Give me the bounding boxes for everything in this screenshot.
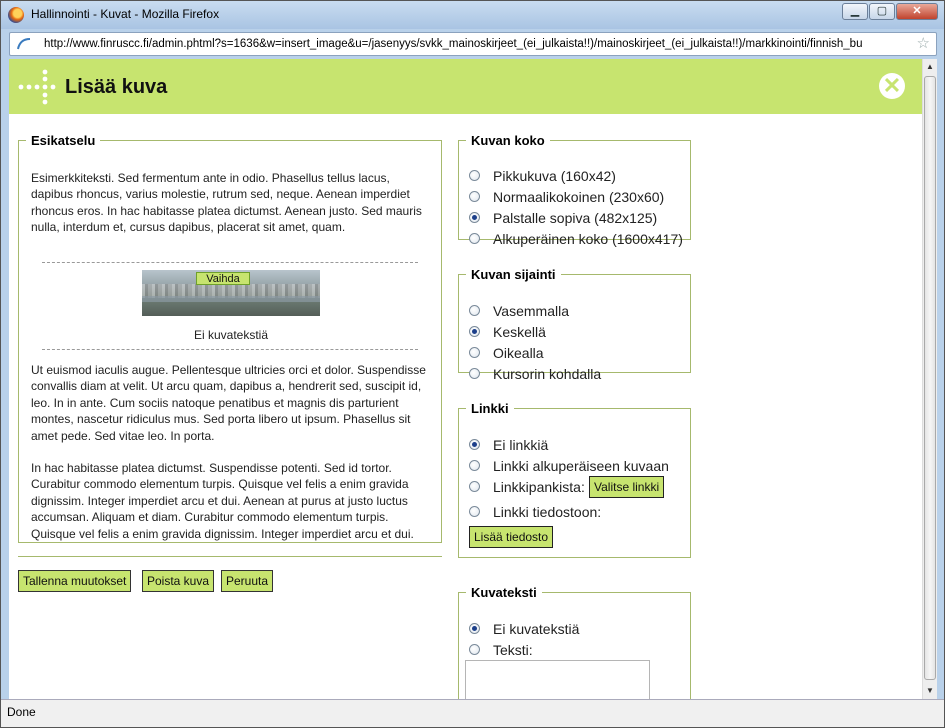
radio-button[interactable] <box>469 233 480 244</box>
maximize-button[interactable]: ▢ <box>869 3 895 20</box>
radio-button[interactable] <box>469 644 480 655</box>
bookmark-star-icon[interactable]: ☆ <box>917 34 930 52</box>
radio-button[interactable] <box>469 481 480 492</box>
caption-legend: Kuvateksti <box>471 585 537 600</box>
radio-button-selected[interactable] <box>469 439 480 450</box>
divider <box>42 349 418 350</box>
dialog-header: Lisää kuva ✕ <box>9 59 922 114</box>
preview-panel: Esikatselu Esimerkkiteksti. Sed fermentu… <box>18 133 442 543</box>
page-icon <box>17 38 31 50</box>
radio-button[interactable] <box>469 460 480 471</box>
close-dialog-icon[interactable]: ✕ <box>879 73 905 99</box>
radio-button-selected[interactable] <box>469 326 480 337</box>
logo-dots-icon <box>18 69 56 105</box>
window-controls: ▁ ▢ ✕ <box>841 3 938 21</box>
scroll-up-icon[interactable]: ▲ <box>923 59 937 75</box>
choose-link-button[interactable]: Valitse linkki <box>589 476 665 498</box>
position-panel: Kuvan sijainti Vasemmalla Keskellä Oikea… <box>458 267 691 382</box>
vertical-scrollbar[interactable]: ▲ ▼ <box>922 59 937 699</box>
separator <box>18 556 442 557</box>
add-file-button[interactable]: Lisää tiedosto <box>469 526 554 548</box>
scroll-down-icon[interactable]: ▼ <box>923 683 937 699</box>
window-title: Hallinnointi - Kuvat - Mozilla Firefox <box>31 7 220 21</box>
caption-text-input[interactable] <box>465 660 650 699</box>
radio-button-selected[interactable] <box>469 623 480 634</box>
image-caption: Ei kuvatekstiä <box>193 328 269 342</box>
size-panel: Kuvan koko Pikkukuva (160x42) Normaaliko… <box>458 133 691 247</box>
radio-button[interactable] <box>469 368 480 379</box>
page-content: Lisää kuva ✕ Esikatselu Esimerkkiteksti.… <box>9 59 922 699</box>
minimize-button[interactable]: ▁ <box>842 3 868 20</box>
delete-image-button[interactable]: Poista kuva <box>142 570 215 592</box>
close-window-button[interactable]: ✕ <box>896 3 938 20</box>
radio-button[interactable] <box>469 191 480 202</box>
link-legend: Linkki <box>471 401 509 416</box>
firefox-icon <box>8 7 24 23</box>
url-bar[interactable]: http://www.finruscc.fi/admin.phtml?s=163… <box>9 32 937 56</box>
radio-button[interactable] <box>469 305 480 316</box>
cancel-button[interactable]: Peruuta <box>221 570 274 592</box>
preview-text-top: Esimerkkiteksti. Sed fermentum ante in o… <box>31 171 422 235</box>
radio-button[interactable] <box>469 170 480 181</box>
radio-button-selected[interactable] <box>469 212 480 223</box>
position-legend: Kuvan sijainti <box>471 267 556 282</box>
change-image-button[interactable]: Vaihda <box>196 272 250 285</box>
preview-text-bottom: In hac habitasse platea dictumst. Suspen… <box>31 461 414 541</box>
save-button[interactable]: Tallenna muutokset <box>18 570 132 592</box>
url-text[interactable]: http://www.finruscc.fi/admin.phtml?s=163… <box>44 38 910 50</box>
divider <box>42 262 418 263</box>
preview-text-middle: Ut euismod iaculis augue. Pellentesque u… <box>31 363 426 443</box>
browser-window: Hallinnointi - Kuvat - Mozilla Firefox ▁… <box>0 0 945 728</box>
page-title: Lisää kuva <box>65 76 168 98</box>
status-bar: Done <box>1 699 944 727</box>
caption-panel: Kuvateksti Ei kuvatekstiä Teksti: <box>458 585 691 699</box>
title-bar: Hallinnointi - Kuvat - Mozilla Firefox ▁… <box>1 1 944 29</box>
link-panel: Linkki Ei linkkiä Linkki alkuperäiseen k… <box>458 401 691 558</box>
status-text: Done <box>7 705 36 719</box>
image-thumbnail: Vaihda <box>142 270 320 316</box>
preview-legend: Esikatselu <box>31 133 96 148</box>
radio-button[interactable] <box>469 506 480 517</box>
radio-button[interactable] <box>469 347 480 358</box>
scroll-thumb[interactable] <box>924 76 936 680</box>
size-legend: Kuvan koko <box>471 133 545 148</box>
